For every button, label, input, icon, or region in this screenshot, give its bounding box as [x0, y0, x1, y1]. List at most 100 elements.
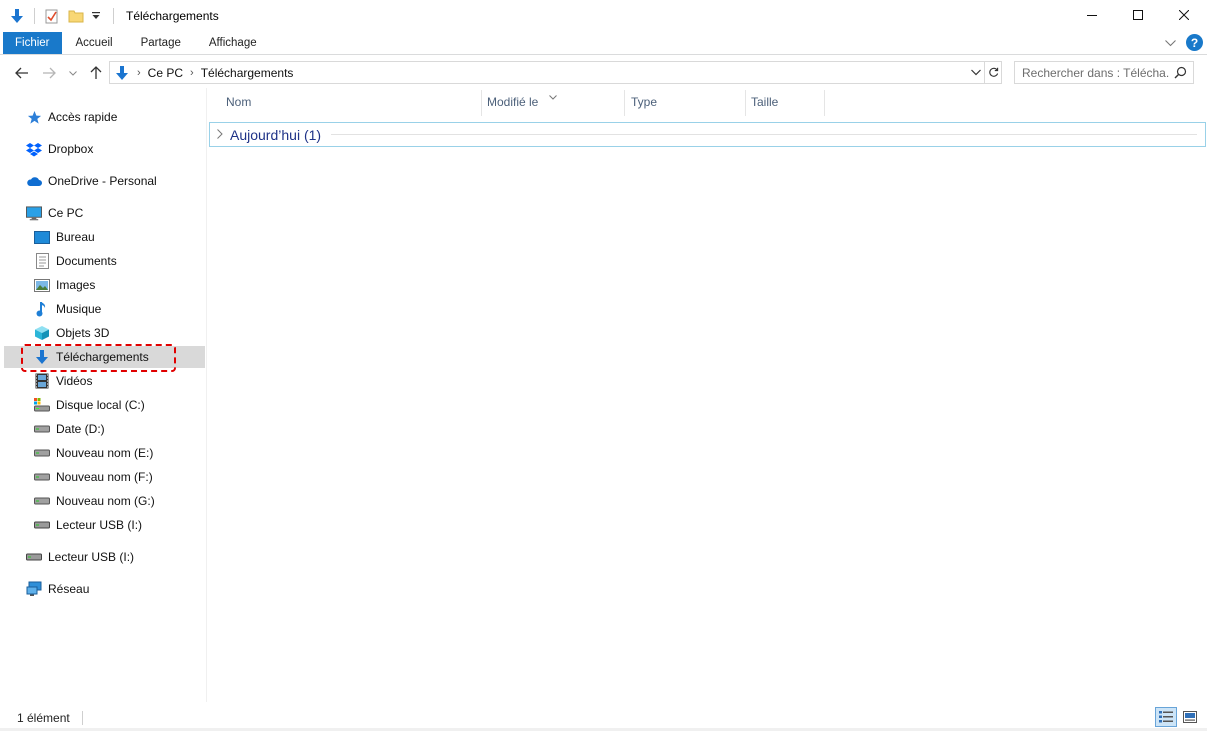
drive-icon	[34, 445, 50, 461]
usb-drive-icon	[34, 517, 50, 533]
ribbon-right-controls: ?	[1165, 34, 1203, 51]
usb-drive-icon	[26, 549, 42, 565]
column-header-type[interactable]: Type	[631, 88, 745, 116]
breadcrumb-telechargements[interactable]: Téléchargements	[201, 66, 294, 80]
breadcrumb-separator-icon[interactable]: ›	[190, 67, 194, 79]
chevron-right-icon[interactable]	[217, 128, 223, 142]
navigation-row: › Ce PC › Téléchargements	[0, 58, 1207, 88]
nav-item-musique[interactable]: Musique	[0, 298, 205, 320]
navigation-pane: Accès rapide Dropbox OneDrive - Personal…	[0, 88, 207, 702]
nav-item-reseau[interactable]: Réseau	[0, 578, 205, 600]
status-bar: 1 élément	[0, 704, 1207, 731]
nav-item-objets-3d[interactable]: Objets 3D	[0, 322, 205, 344]
nav-item-nouveau-nom-e[interactable]: Nouveau nom (E:)	[0, 442, 205, 464]
close-icon[interactable]	[1161, 0, 1207, 30]
maximize-icon[interactable]	[1115, 0, 1161, 30]
group-label: Aujourd’hui (1)	[230, 126, 322, 143]
search-input[interactable]	[1022, 65, 1170, 80]
nav-item-label: Lecteur USB (I:)	[56, 518, 143, 532]
column-header-taille[interactable]: Taille	[751, 88, 824, 116]
group-header-aujourdhui[interactable]: Aujourd’hui (1)	[209, 122, 1206, 147]
computer-icon	[26, 205, 42, 221]
up-arrow-icon[interactable]	[86, 63, 106, 83]
image-icon	[34, 277, 50, 293]
address-dropdown-icon[interactable]	[970, 65, 982, 82]
group-divider-line	[331, 134, 1197, 135]
nav-item-images[interactable]: Images	[0, 274, 205, 296]
nav-item-label: Vidéos	[56, 374, 93, 388]
desktop-icon	[34, 229, 50, 245]
column-divider[interactable]	[624, 90, 625, 116]
nav-item-label: Nouveau nom (E:)	[56, 446, 154, 460]
file-list-pane: Nom Modifié le Type Taille Aujourd’hui (…	[208, 88, 1207, 702]
nav-item-telechargements[interactable]: Téléchargements	[4, 346, 205, 368]
nav-item-label: Disque local (C:)	[56, 398, 145, 412]
tab-partage[interactable]: Partage	[127, 32, 195, 54]
ribbon-tabs: Fichier Accueil Partage Affichage ?	[0, 32, 1207, 55]
nav-item-lecteur-usb-i[interactable]: Lecteur USB (I:)	[0, 514, 205, 536]
breadcrumb-separator-icon[interactable]: ›	[137, 67, 141, 79]
nav-item-label: Musique	[56, 302, 102, 316]
toolbar-divider	[34, 8, 35, 24]
nav-item-lecteur-usb-i-root[interactable]: Lecteur USB (I:)	[0, 546, 205, 568]
recent-locations-chevron-icon[interactable]	[63, 63, 83, 83]
back-arrow-icon[interactable]	[12, 63, 32, 83]
minimize-icon[interactable]	[1069, 0, 1115, 30]
tab-fichier[interactable]: Fichier	[3, 32, 62, 54]
column-header-nom[interactable]: Nom	[226, 88, 481, 116]
new-folder-icon[interactable]	[67, 7, 85, 25]
details-view-icon[interactable]	[1155, 707, 1177, 727]
column-divider[interactable]	[481, 90, 482, 116]
nav-item-bureau[interactable]: Bureau	[0, 226, 205, 248]
expand-ribbon-icon[interactable]	[1165, 36, 1176, 50]
nav-item-label: Téléchargements	[56, 350, 149, 364]
nav-item-nouveau-nom-f[interactable]: Nouveau nom (F:)	[0, 466, 205, 488]
forward-arrow-icon[interactable]	[39, 63, 59, 83]
nav-item-videos[interactable]: Vidéos	[0, 370, 205, 392]
download-icon[interactable]	[8, 7, 26, 25]
tab-affichage[interactable]: Affichage	[195, 32, 271, 54]
nav-item-date-d[interactable]: Date (D:)	[0, 418, 205, 440]
column-header-label: Taille	[751, 95, 779, 109]
breadcrumb-ce-pc[interactable]: Ce PC	[148, 66, 183, 80]
view-switcher	[1155, 707, 1201, 727]
nav-item-disque-local-c[interactable]: Disque local (C:)	[0, 394, 205, 416]
nav-item-label: Réseau	[48, 582, 90, 596]
status-divider	[81, 710, 83, 725]
nav-item-label: Nouveau nom (G:)	[56, 494, 155, 508]
nav-item-label: Nouveau nom (F:)	[56, 470, 153, 484]
nav-item-acces-rapide[interactable]: Accès rapide	[0, 106, 205, 128]
nav-item-ce-pc[interactable]: Ce PC	[0, 202, 205, 224]
tab-accueil[interactable]: Accueil	[62, 32, 127, 54]
nav-item-dropbox[interactable]: Dropbox	[0, 138, 205, 160]
nav-item-label: Lecteur USB (I:)	[48, 550, 135, 564]
nav-item-onedrive[interactable]: OneDrive - Personal	[0, 170, 205, 192]
download-icon	[34, 349, 50, 365]
large-icons-view-icon[interactable]	[1179, 707, 1201, 727]
nav-item-label: Bureau	[56, 230, 95, 244]
drive-icon	[34, 421, 50, 437]
system-drive-icon	[34, 397, 50, 413]
document-icon	[34, 253, 50, 269]
help-icon[interactable]: ?	[1186, 34, 1203, 51]
window-title: Téléchargements	[126, 9, 219, 23]
nav-item-label: Accès rapide	[48, 110, 118, 124]
film-icon	[34, 373, 50, 389]
column-header-modifie-le[interactable]: Modifié le	[487, 88, 624, 116]
nav-item-label: Date (D:)	[56, 422, 105, 436]
cube-icon	[34, 325, 50, 341]
customize-dropdown-icon[interactable]	[91, 7, 101, 25]
refresh-icon[interactable]	[985, 61, 1002, 84]
column-divider[interactable]	[824, 90, 825, 116]
nav-item-label: Dropbox	[48, 142, 94, 156]
search-icon[interactable]	[1174, 66, 1187, 82]
nav-item-documents[interactable]: Documents	[0, 250, 205, 272]
search-box[interactable]	[1014, 61, 1194, 84]
download-icon	[114, 65, 130, 81]
nav-item-nouveau-nom-g[interactable]: Nouveau nom (G:)	[0, 490, 205, 512]
properties-icon[interactable]	[43, 7, 61, 25]
column-divider[interactable]	[745, 90, 746, 116]
window-controls	[1069, 0, 1207, 30]
drive-icon	[34, 493, 50, 509]
address-bar[interactable]: › Ce PC › Téléchargements	[109, 61, 985, 84]
